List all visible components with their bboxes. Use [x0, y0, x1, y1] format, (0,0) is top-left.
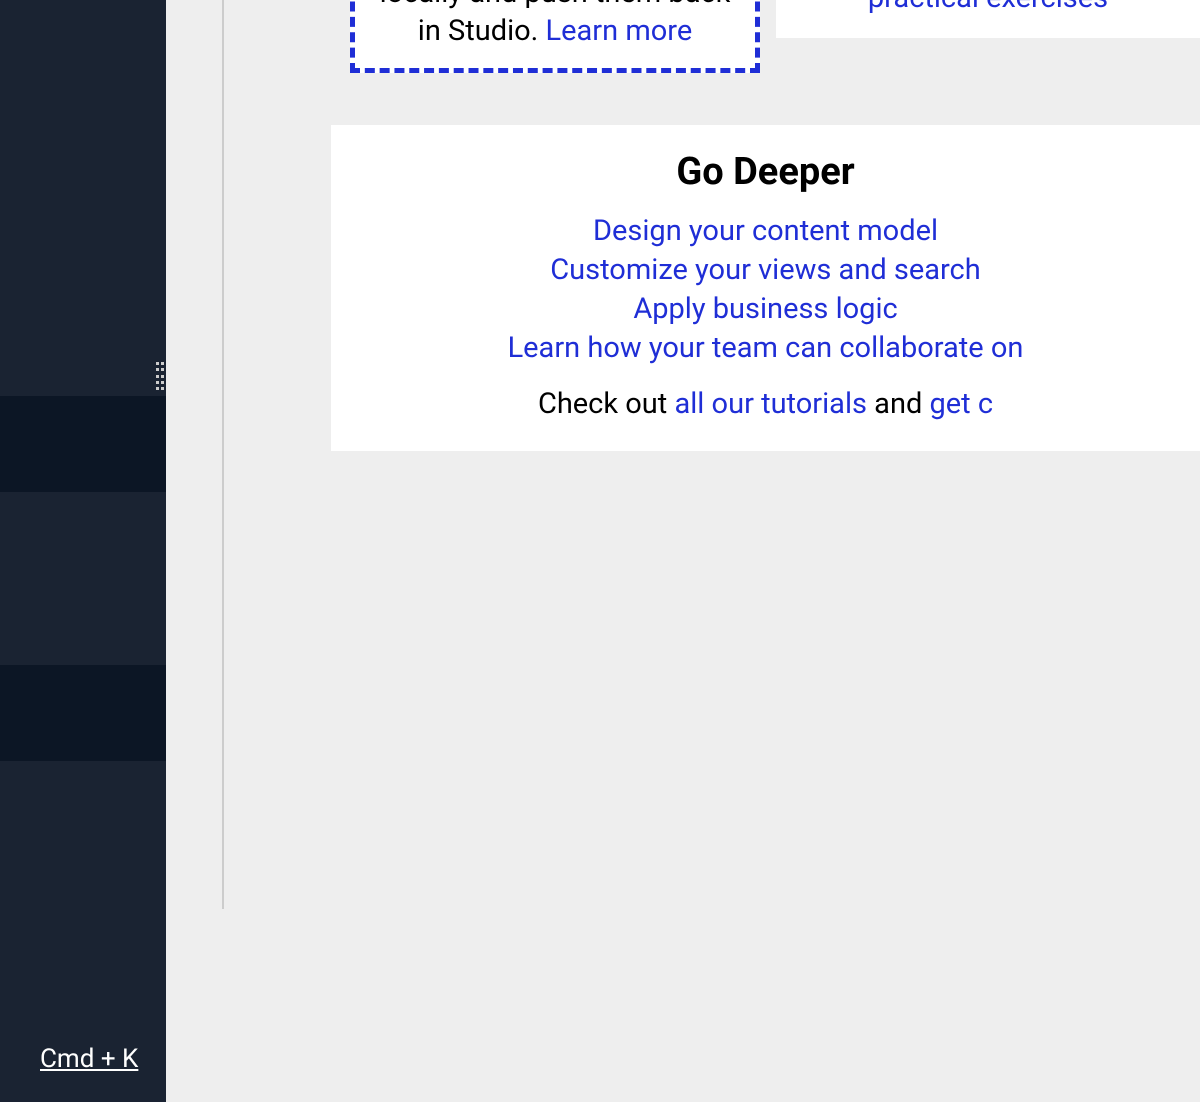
link-business-logic[interactable]: Apply business logic — [351, 290, 1180, 329]
keyboard-shortcut-label[interactable]: Cmd + K — [40, 1044, 138, 1074]
content-area: locally and push them back in Studio. Le… — [166, 0, 1200, 1102]
card-text: locally and push them back in Studio. Le… — [375, 0, 735, 50]
practical-exercises-link[interactable]: practical exercises — [868, 0, 1108, 15]
footer-prefix: Check out — [538, 387, 675, 421]
divider — [222, 0, 224, 909]
footer-and: and — [867, 387, 930, 421]
sidebar-section[interactable] — [0, 396, 166, 492]
drag-handle-icon[interactable] — [156, 362, 164, 390]
link-list: Design your content model Customize your… — [351, 212, 1180, 369]
link-collaborate[interactable]: Learn how your team can collaborate on — [351, 329, 1180, 368]
go-deeper-heading: Go Deeper — [351, 150, 1180, 194]
sidebar: Cmd + K — [0, 0, 166, 1102]
sidebar-section[interactable] — [0, 665, 166, 761]
footer-text: Check out all our tutorials and get c — [351, 387, 1180, 421]
sidebar-section — [0, 0, 166, 396]
dashed-card[interactable]: locally and push them back in Studio. Le… — [350, 0, 760, 73]
sidebar-section: Cmd + K — [0, 761, 166, 1102]
go-deeper-card: Go Deeper Design your content model Cust… — [331, 125, 1200, 451]
link-design-content-model[interactable]: Design your content model — [351, 212, 1180, 251]
tutorials-link[interactable]: all our tutorials — [674, 387, 867, 421]
learn-more-link[interactable]: Learn more — [546, 14, 693, 48]
get-link[interactable]: get c — [930, 387, 994, 421]
link-customize-views[interactable]: Customize your views and search — [351, 251, 1180, 290]
sidebar-section — [0, 492, 166, 665]
side-card: practical exercises — [776, 0, 1200, 38]
